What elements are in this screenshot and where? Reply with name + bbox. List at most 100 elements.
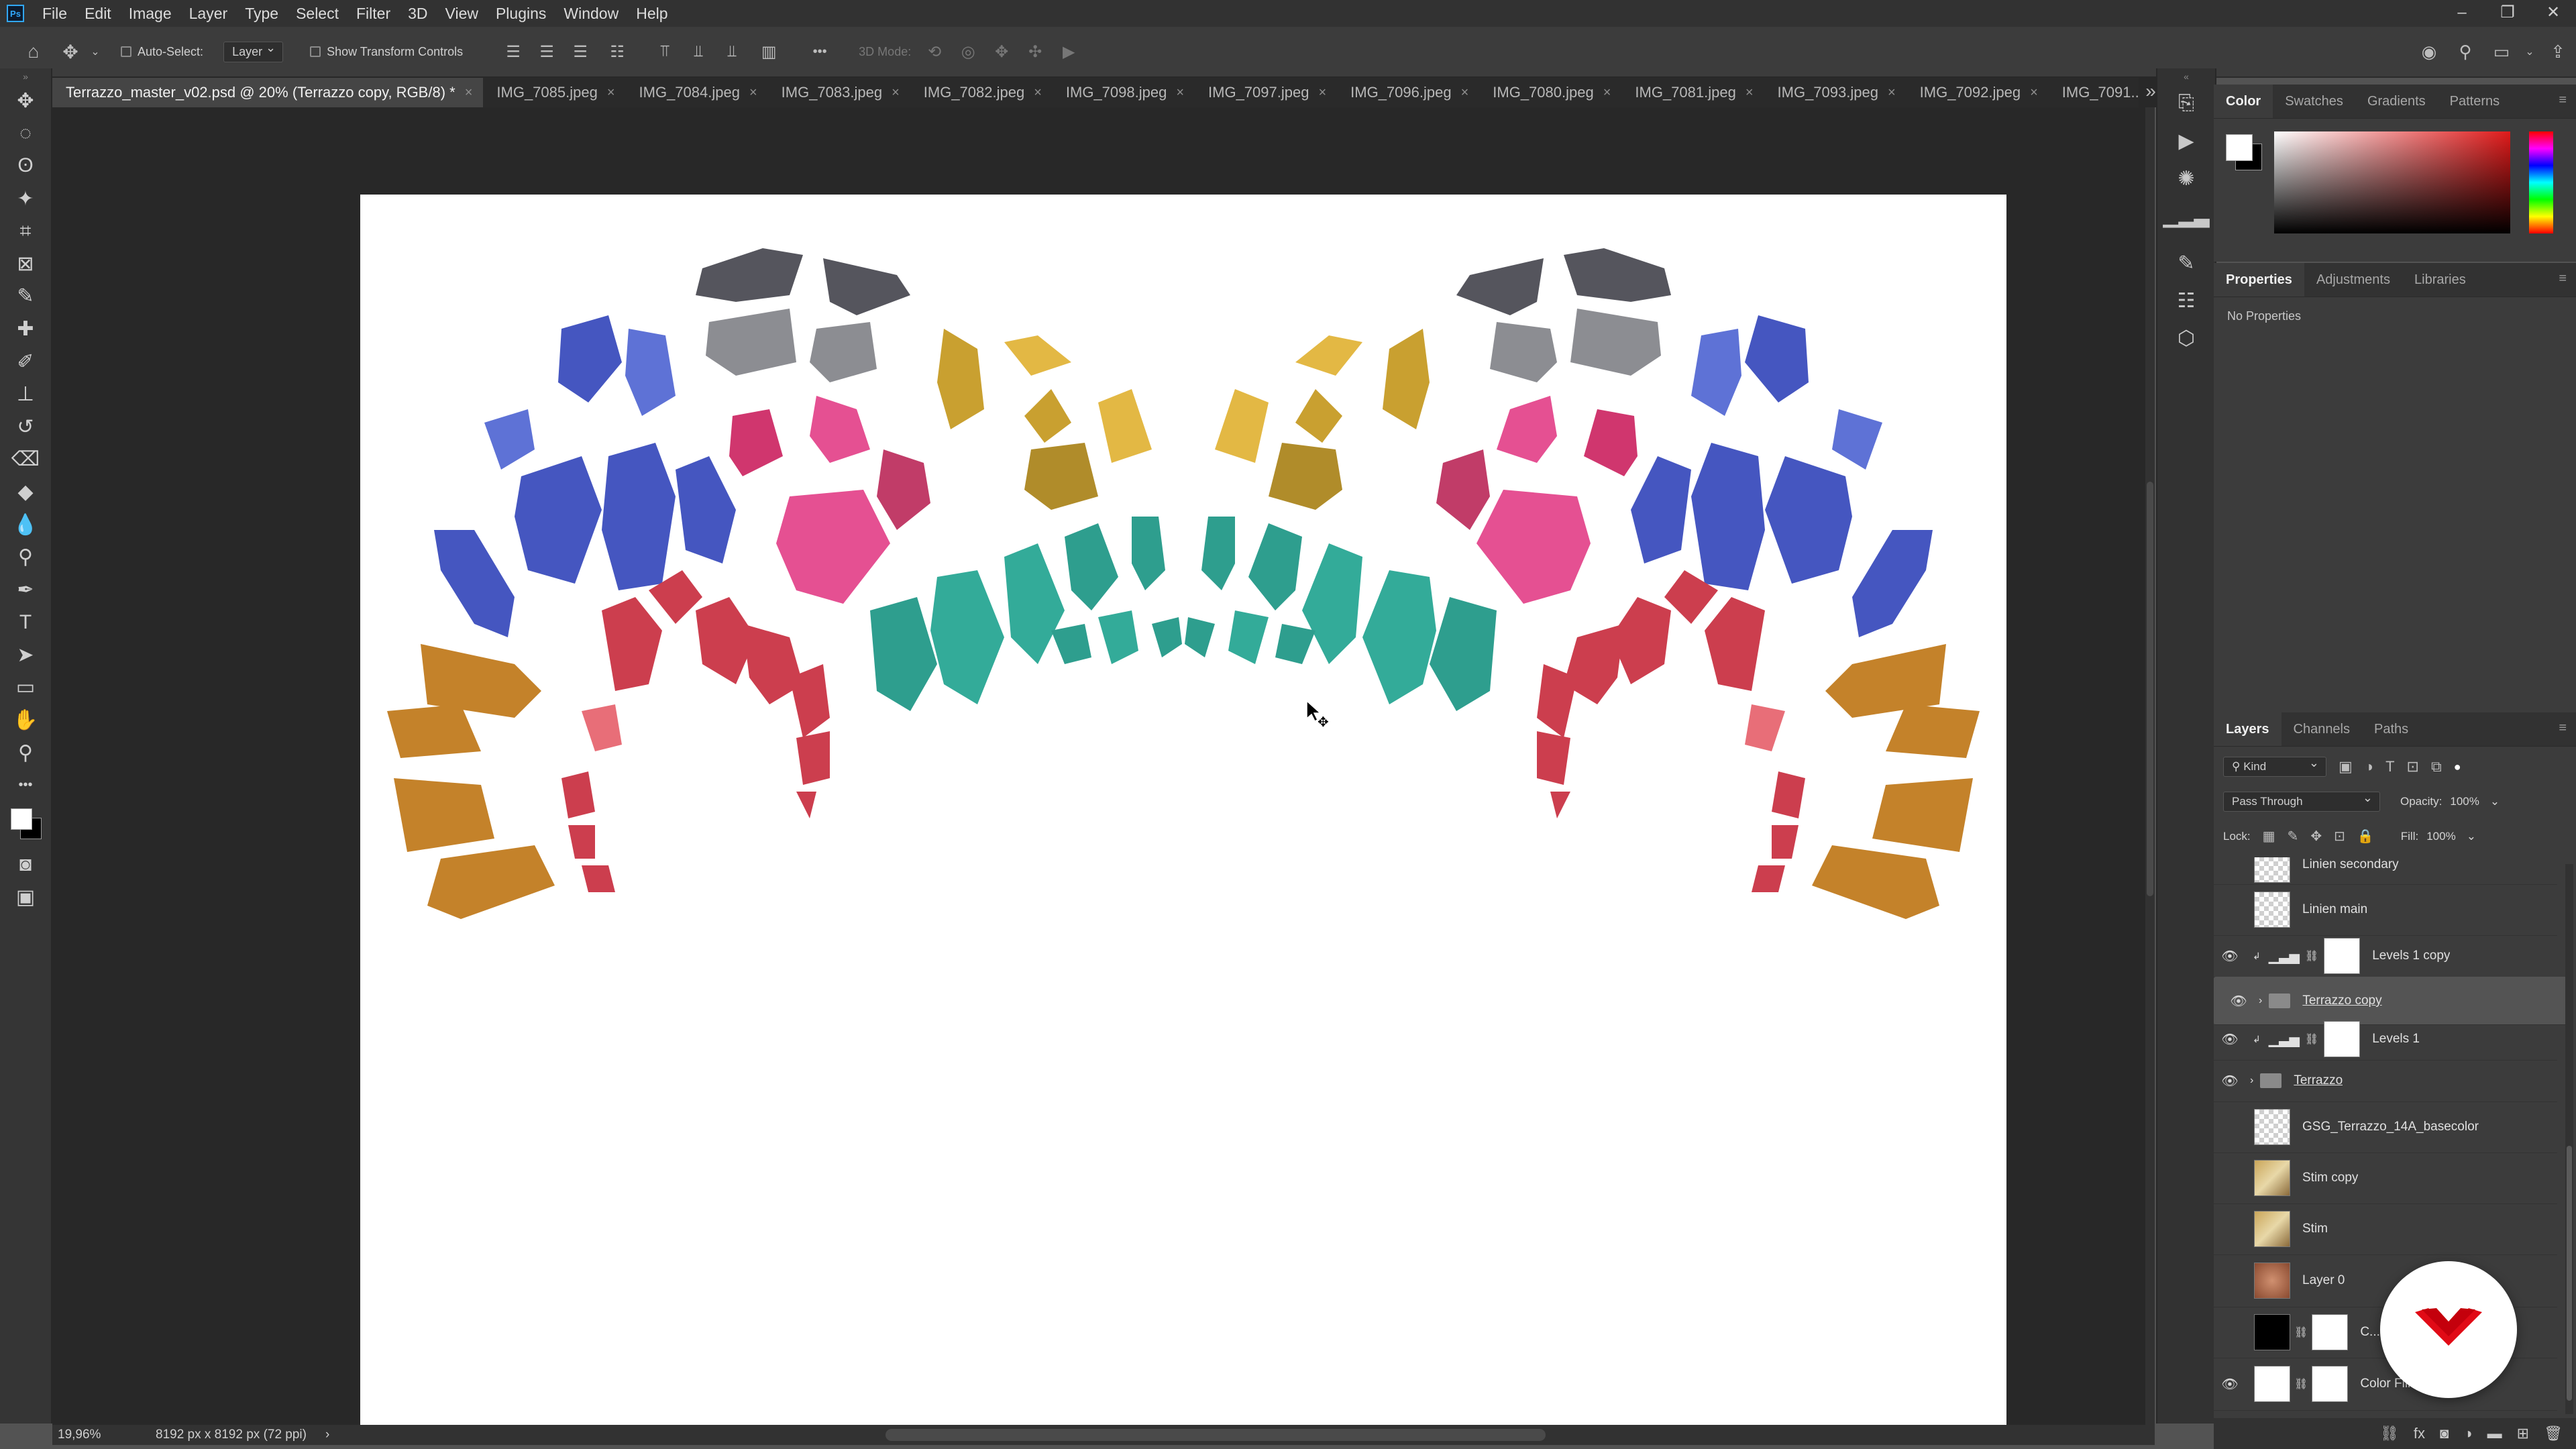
tab-img-7092[interactable]: IMG_7092.jpeg × xyxy=(1906,78,2049,107)
move-tool[interactable]: ✥ xyxy=(0,85,51,117)
tab-img-7091[interactable]: IMG_7091... xyxy=(2048,78,2145,107)
brush-tool[interactable]: ✐ xyxy=(0,345,51,378)
color-field[interactable] xyxy=(2274,131,2510,233)
tab-color[interactable]: Color xyxy=(2214,85,2273,118)
layer-mask-thumbnail[interactable] xyxy=(2312,1366,2349,1402)
panel-menu-icon[interactable]: ≡ xyxy=(2559,720,2567,736)
tab-img-7084[interactable]: IMG_7084.jpeg × xyxy=(625,78,768,107)
tab-img-7093[interactable]: IMG_7093.jpeg × xyxy=(1764,78,1907,107)
menu-help[interactable]: Help xyxy=(627,5,676,23)
auto-select-option[interactable]: Auto-Select: xyxy=(121,45,203,59)
layer-row[interactable]: 👁 ↲ ▁▃▅ ⛓ Levels 1 copy xyxy=(2214,935,2557,977)
distribute-icon[interactable]: ☷ xyxy=(597,42,637,62)
brush-settings-icon[interactable]: ✎ xyxy=(2157,244,2215,282)
tab-paths[interactable]: Paths xyxy=(2362,712,2420,746)
menu-select[interactable]: Select xyxy=(287,5,347,23)
actions-play-icon[interactable]: ▶ xyxy=(2157,122,2215,160)
workspace-chevron-icon[interactable]: ⌄ xyxy=(2520,45,2540,58)
tab-properties[interactable]: Properties xyxy=(2214,263,2304,297)
3d-cube-icon[interactable]: ⬡ xyxy=(2157,319,2215,357)
foreground-color-swatch[interactable] xyxy=(11,808,32,830)
fg-color-chip[interactable] xyxy=(2226,134,2253,161)
roll-3d-icon[interactable]: ◎ xyxy=(951,42,985,62)
close-tab-icon[interactable]: × xyxy=(1461,85,1469,101)
close-tab-icon[interactable]: × xyxy=(607,85,615,101)
eye-icon[interactable]: 👁 xyxy=(2214,948,2246,965)
layer-mask-thumbnail[interactable] xyxy=(2324,1021,2361,1057)
hand-tool[interactable]: ✋ xyxy=(0,704,51,737)
sliders-icon[interactable]: ☷ xyxy=(2157,282,2215,319)
eraser-tool[interactable]: ⌫ xyxy=(0,443,51,476)
menu-filter[interactable]: Filter xyxy=(347,5,399,23)
link-icon[interactable]: ⛓ xyxy=(2294,1377,2308,1391)
document-canvas[interactable]: ✥ xyxy=(360,195,2006,1425)
tab-img-7081[interactable]: IMG_7081.jpeg × xyxy=(1621,78,1764,107)
layer-row[interactable]: 👁 ↲ ▁▃▅ ⛓ Levels 1 xyxy=(2214,1018,2557,1061)
magic-wand-tool[interactable]: ✦ xyxy=(0,182,51,215)
pen-tool[interactable]: ✒ xyxy=(0,574,51,606)
dodge-tool[interactable]: ⚲ xyxy=(0,541,51,574)
filter-smart-object-icon[interactable]: ⧉ xyxy=(2431,758,2442,775)
lock-artboard-icon[interactable]: ⊡ xyxy=(2334,828,2345,845)
pan-3d-icon[interactable]: ✥ xyxy=(985,42,1018,62)
edit-toolbar-icon[interactable]: ••• xyxy=(0,769,51,802)
tab-img-7083[interactable]: IMG_7083.jpeg × xyxy=(767,78,910,107)
menu-image[interactable]: Image xyxy=(120,5,180,23)
align-middle-icon[interactable]: ⫫ xyxy=(682,42,715,61)
link-layers-icon[interactable]: ⛓ xyxy=(2380,1425,2399,1442)
slide-3d-icon[interactable]: ✣ xyxy=(1018,42,1052,62)
fx-icon[interactable]: fx xyxy=(2414,1425,2425,1442)
rectangle-tool[interactable]: ▭ xyxy=(0,672,51,704)
menu-plugins[interactable]: Plugins xyxy=(487,5,555,23)
filter-kind-dropdown[interactable]: ⚲ Kind xyxy=(2223,756,2326,777)
lock-transparent-icon[interactable]: ▦ xyxy=(2263,828,2275,845)
zoom-level[interactable]: 19,96% xyxy=(58,1428,131,1442)
collapse-panels-icon[interactable]: « xyxy=(2157,68,2215,85)
opacity-chevron-icon[interactable]: ⌄ xyxy=(2490,795,2500,808)
new-adjustment-icon[interactable]: ◑ xyxy=(2463,1425,2472,1442)
tab-gradients[interactable]: Gradients xyxy=(2355,85,2438,118)
close-tab-icon[interactable]: × xyxy=(892,85,900,101)
tab-img-7096[interactable]: IMG_7096.jpeg × xyxy=(1337,78,1480,107)
tab-img-7080[interactable]: IMG_7080.jpeg × xyxy=(1479,78,1622,107)
eye-icon[interactable]: 👁 xyxy=(2214,1376,2246,1393)
layer-row[interactable]: GSG_Terrazzo_14A_basecolor xyxy=(2214,1102,2557,1153)
close-tab-icon[interactable]: × xyxy=(1603,85,1611,101)
tab-channels[interactable]: Channels xyxy=(2282,712,2363,746)
new-group-icon[interactable]: ▬ xyxy=(2487,1425,2502,1442)
auto-select-checkbox[interactable] xyxy=(121,46,131,57)
tab-layers[interactable]: Layers xyxy=(2214,712,2282,746)
chevron-right-icon[interactable]: › xyxy=(325,1428,329,1442)
blur-tool[interactable]: 💧 xyxy=(0,508,51,541)
close-tab-icon[interactable]: × xyxy=(2030,85,2038,101)
close-tab-icon[interactable]: × xyxy=(1746,85,1754,101)
tab-img-7098[interactable]: IMG_7098.jpeg × xyxy=(1052,78,1195,107)
close-tab-icon[interactable]: × xyxy=(1176,85,1184,101)
quick-mask-icon[interactable]: ◙ xyxy=(0,849,51,881)
show-transform-checkbox[interactable] xyxy=(310,46,321,57)
search-icon[interactable]: ⚲ xyxy=(2447,42,2483,62)
close-tab-icon[interactable]: × xyxy=(465,85,473,101)
horizontal-scrollbar-thumb[interactable] xyxy=(885,1429,1546,1441)
more-options-icon[interactable]: ••• xyxy=(800,44,840,60)
distribute-vertical-icon[interactable]: ▥ xyxy=(749,42,789,62)
layers-scrollbar[interactable] xyxy=(2565,864,2573,1414)
adjustments-icon[interactable]: ✺ xyxy=(2157,160,2215,197)
eye-icon[interactable]: 👁 xyxy=(2214,1073,2246,1089)
align-top-icon[interactable]: ⫪ xyxy=(648,42,682,61)
marquee-tool[interactable]: ◌ xyxy=(0,117,51,150)
restore-button[interactable]: ❐ xyxy=(2485,0,2530,27)
history-icon[interactable]: ⎘ xyxy=(2157,85,2215,122)
close-window-button[interactable]: ✕ xyxy=(2530,0,2576,27)
fill-value[interactable]: 100% xyxy=(2426,830,2455,843)
lock-position-icon[interactable]: ✥ xyxy=(2310,828,2322,845)
filter-toggle-icon[interactable]: ● xyxy=(2454,760,2461,774)
home-icon[interactable]: ⌂ xyxy=(13,41,54,62)
scale-3d-icon[interactable]: ▶ xyxy=(1052,42,1085,62)
document-info[interactable]: 8192 px x 8192 px (72 ppi) xyxy=(156,1428,307,1442)
zoom-tool[interactable]: ⚲ xyxy=(0,737,51,769)
share-avatar-icon[interactable]: ◉ xyxy=(2411,42,2447,62)
menu-window[interactable]: Window xyxy=(555,5,627,23)
hue-slider[interactable] xyxy=(2529,131,2553,233)
share-icon[interactable]: ⇪ xyxy=(2540,42,2576,62)
